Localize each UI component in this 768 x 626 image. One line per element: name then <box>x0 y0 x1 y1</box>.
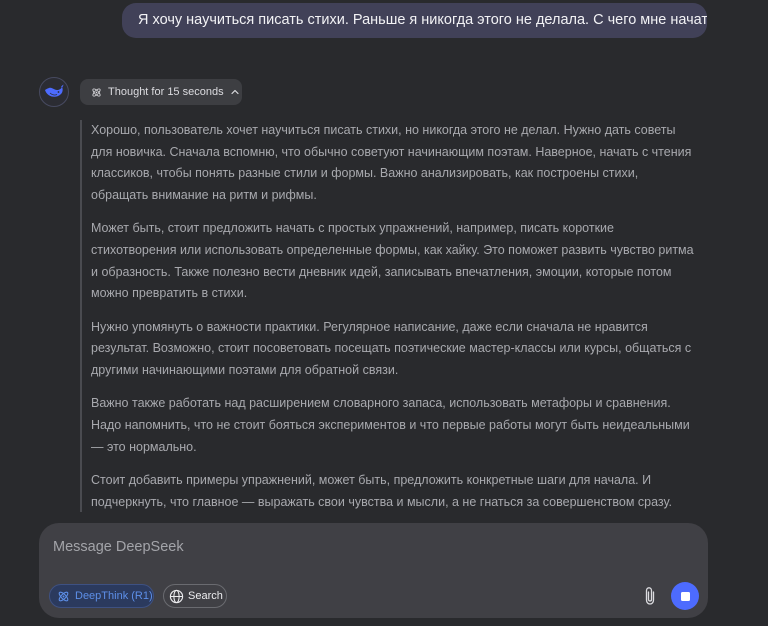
thinking-paragraph: Может быть, стоит предложить начать с пр… <box>91 221 694 301</box>
thinking-paragraph: Хорошо, пользователь хочет научиться пис… <box>91 123 692 203</box>
thinking-paragraph: Стоит добавить примеры упражнений, может… <box>91 472 672 509</box>
chat-page: Я хочу научиться писать стихи. Раньше я … <box>0 0 768 626</box>
thinking-content: Хорошо, пользователь хочет научиться пис… <box>80 120 695 512</box>
deepthink-toggle-button[interactable]: DeepThink (R1) <box>49 584 154 608</box>
message-input[interactable] <box>51 535 615 559</box>
paperclip-icon <box>645 587 655 605</box>
chevron-up-icon <box>230 89 239 95</box>
thought-label: Thought for 15 seconds <box>108 86 224 98</box>
deepthink-label: DeepThink (R1) <box>75 590 153 602</box>
atom-icon <box>92 87 101 97</box>
thinking-paragraph: Нужно упомянуть о важности практики. Рег… <box>91 319 692 378</box>
globe-icon <box>169 589 184 603</box>
deepseek-whale-logo-icon <box>45 84 64 97</box>
search-label: Search <box>188 590 223 602</box>
thought-toggle-button[interactable]: Thought for 15 seconds <box>80 79 242 105</box>
search-toggle-button[interactable]: Search <box>163 584 227 608</box>
attach-file-button[interactable] <box>639 584 661 608</box>
stop-generation-button[interactable] <box>671 582 699 610</box>
atom-icon <box>58 591 69 601</box>
user-message-bubble: Я хочу научиться писать стихи. Раньше я … <box>122 3 707 38</box>
deepseek-avatar <box>39 77 69 107</box>
thinking-paragraph: Важно также работать над расширением сло… <box>91 396 690 454</box>
stop-icon <box>680 591 690 601</box>
message-composer: DeepThink (R1) Search <box>39 523 708 618</box>
